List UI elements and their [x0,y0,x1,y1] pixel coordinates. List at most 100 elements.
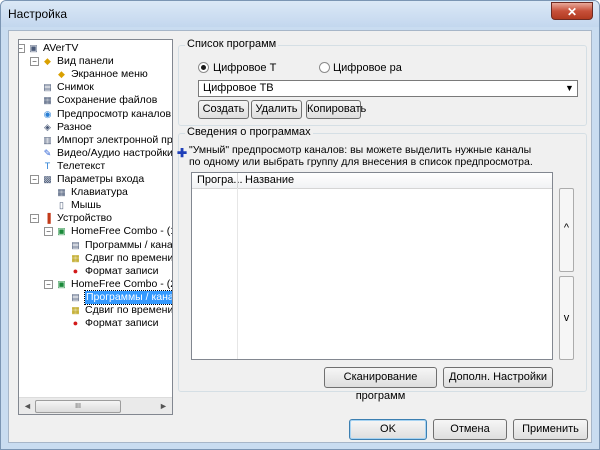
close-button[interactable]: ✕ [551,2,593,20]
tree-item-label[interactable]: Телетекст [57,160,105,173]
camera-icon: ▤ [43,82,52,92]
tree-item-label[interactable]: Вид панели [57,55,114,68]
program-info-group-title: Сведения о программах [185,126,313,138]
tree-expander-icon[interactable]: − [30,57,39,66]
tree-item[interactable]: − ◆ Вид панели [19,55,172,68]
tree-item[interactable]: − ▣ AVerTV [19,42,172,55]
tree-item-label[interactable]: Клавиатура [71,186,128,199]
preview-hint-line2: по одному или выбрать группу для внесени… [189,156,533,168]
column-divider[interactable] [237,173,238,188]
tree-item[interactable]: −▣ HomeFree Combo - (2) [( [19,278,172,291]
radio-digital-tv-label[interactable]: Цифровое Т [213,62,276,74]
preview-hint-line1: "Умный" предпросмотр каналов: вы можете … [189,144,532,156]
program-list-header: Програ... Название [192,173,552,189]
tree-item-label[interactable]: HomeFree Combo - (2) [( [71,278,172,291]
copy-button[interactable]: Копировать [306,100,366,119]
tree-item[interactable]: ● Формат записи [19,317,172,330]
tree-expander-icon[interactable]: − [44,227,53,236]
tree-item-label[interactable]: Сдвиг по времени [85,304,172,317]
tree-item-label[interactable]: AVerTV [43,42,78,55]
tree-item[interactable]: ▦ Сдвиг по времени [19,252,172,265]
tree-item[interactable]: ◉ Предпросмотр каналов [19,108,172,121]
radio-digital-radio[interactable] [319,62,330,73]
mouse-icon: ▯ [59,200,64,210]
record-icon: ● [72,318,79,328]
move-down-button[interactable]: v [559,276,574,360]
panel-icon: ◆ [44,56,51,66]
program-list[interactable]: Програ... Название [191,172,553,360]
app-icon: ▣ [29,43,38,53]
tree-item-label[interactable]: Видео/Аудио настройки [57,147,172,160]
tree-item-label[interactable]: Снимок [57,81,94,94]
dialog-client: − ▣ AVerTV − ◆ Вид панели ◆ Экранное меню ▤ Снимо… [8,30,592,443]
tree-expander-icon[interactable]: − [30,214,39,223]
channels-icon: ▤ [71,240,80,250]
create-button[interactable]: Создать [198,100,249,119]
tree-item-label[interactable]: Параметры входа [57,173,144,186]
tree-item-label[interactable]: Экранное меню [71,68,148,81]
tree-item[interactable]: ▦ Сдвиг по времени [19,304,172,317]
tree-item-label[interactable]: Программы / кана [85,239,172,252]
tree-item-label[interactable]: Устройство [57,212,112,225]
program-type-select-value: Цифровое ТВ [203,82,274,94]
tree-item-label[interactable]: HomeFree Combo - (1) [( [71,225,172,238]
tree-item[interactable]: −▣ HomeFree Combo - (1) [( [19,225,172,238]
scroll-right-arrow[interactable]: ► [157,400,170,412]
tree-expander-icon[interactable]: − [19,44,25,53]
tree-item[interactable]: ▯ Мышь [19,199,172,212]
tree-item[interactable]: ◆ Экранное меню [19,68,172,81]
save-icon: ▦ [43,95,52,105]
column-header-name[interactable]: Название [245,174,294,187]
radio-digital-radio-label[interactable]: Цифровое ра [333,62,402,74]
column-gridline [237,188,238,359]
tree-horizontal-scrollbar[interactable]: ◄ III ► [19,397,172,414]
record-icon: ● [72,266,79,276]
apply-button[interactable]: Применить [513,419,588,440]
tree-item[interactable]: ▦ Клавиатура [19,186,172,199]
tree-item[interactable]: T Телетекст [19,160,172,173]
tree-item[interactable]: ✎ Видео/Аудио настройки [19,147,172,160]
timeshift-icon: ▦ [71,253,80,263]
tree-expander-icon[interactable]: − [44,280,53,289]
tree-item[interactable]: − ▐ Устройство [19,212,172,225]
scroll-left-arrow[interactable]: ◄ [21,400,34,412]
tree-item-label[interactable]: Формат записи [85,265,159,278]
tree-item-label[interactable]: Разное [57,121,92,134]
tree-item[interactable]: ● Формат записи [19,265,172,278]
tree-item[interactable]: − ▩ Параметры входа [19,173,172,186]
settings-window: Настройка ✕ − ▣ AVerTV − ◆ Вид панели ◆ Экранно… [0,0,600,450]
tree-item-label[interactable]: Сохранение файлов [57,94,157,107]
tree-item-label[interactable]: Сдвиг по времени [85,252,172,265]
device-icon: ▐ [44,213,51,223]
cancel-button[interactable]: Отмена [433,419,507,440]
keyboard-icon: ▦ [57,187,66,197]
tree-item-label[interactable]: Предпросмотр каналов [57,108,171,121]
scan-programs-button[interactable]: Сканирование программ [324,367,437,402]
radio-digital-tv[interactable] [198,62,209,73]
tree-item[interactable]: ▤ Снимок [19,81,172,94]
chevron-down-icon[interactable]: ▼ [563,82,576,95]
move-up-button[interactable]: ^ [559,188,574,272]
tuner-icon: ▣ [57,279,66,289]
input-icon: ▩ [43,174,52,184]
settings-tree[interactable]: − ▣ AVerTV − ◆ Вид панели ◆ Экранное меню ▤ Снимо… [18,39,173,415]
program-type-select[interactable]: Цифровое ТВ ▼ [198,80,578,97]
column-header-program[interactable]: Програ... [197,174,243,187]
program-list-group-title: Список программ [185,38,279,50]
tree-item[interactable]: ▤ Программы / кана [19,290,172,305]
title-bar[interactable]: Настройка ✕ [1,1,599,27]
tree-item[interactable]: ▥ Импорт электронной прог [19,134,172,147]
delete-button[interactable]: Удалить [251,100,302,119]
tree-item-label[interactable]: Импорт электронной прог [57,134,172,147]
tree-item-label[interactable]: Мышь [71,199,101,212]
tree-item[interactable]: ▦ Сохранение файлов [19,94,172,107]
tree-expander-icon[interactable]: − [30,175,39,184]
tree-item-label[interactable]: Формат записи [85,317,159,330]
radio-dot [201,65,206,70]
tree-item[interactable]: ▤ Программы / кана [19,239,172,252]
ok-button[interactable]: OK [349,419,427,440]
tree-item-label[interactable]: Программы / кана [84,290,172,305]
scroll-thumb[interactable]: III [35,400,121,413]
advanced-settings-button[interactable]: Дополн. Настройки [443,367,553,388]
tree-item[interactable]: ◈ Разное [19,121,172,134]
